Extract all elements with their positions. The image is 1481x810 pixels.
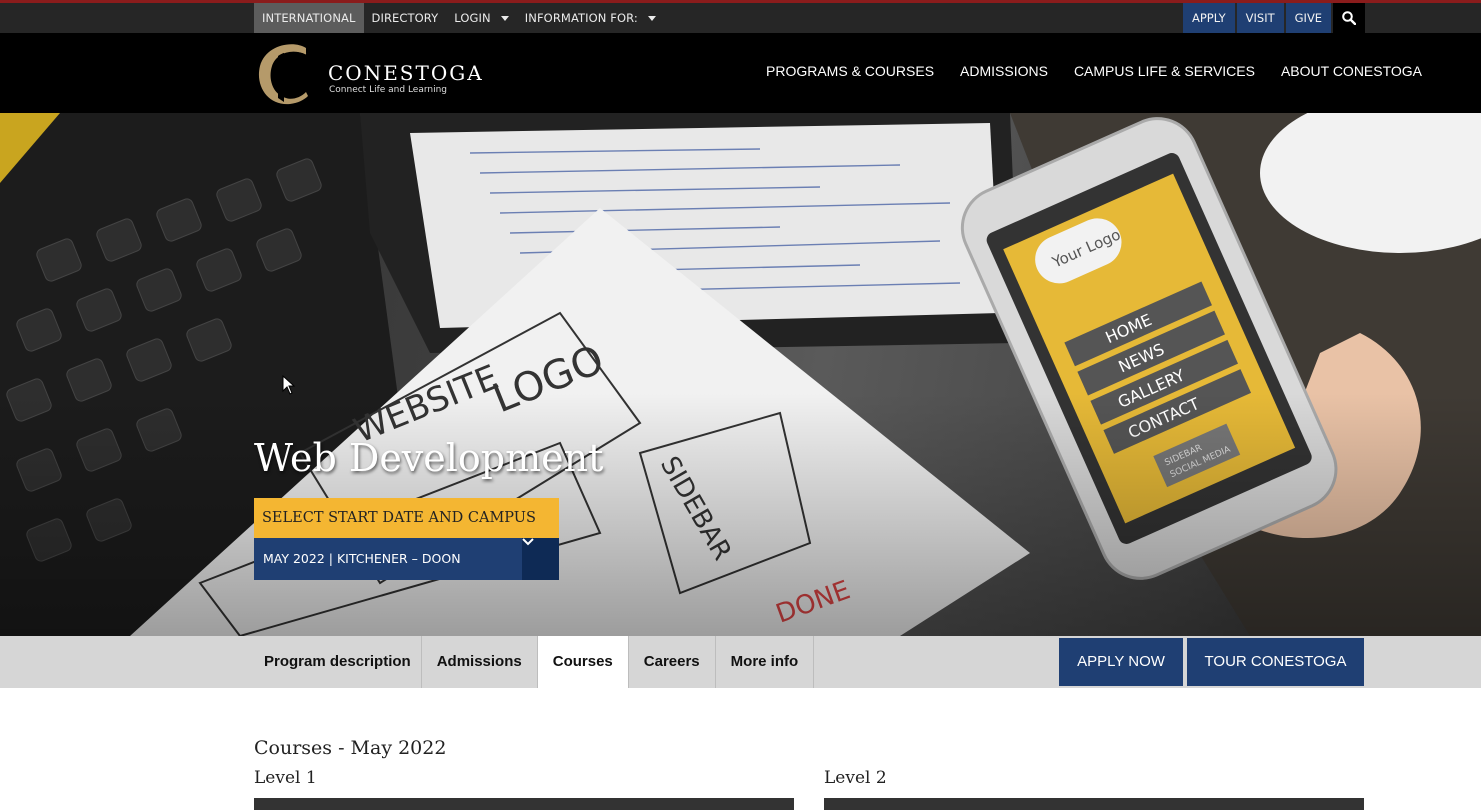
site-header: CONESTOGA Connect Life and Learning PROG… (0, 33, 1481, 113)
program-title: Web Development (254, 436, 604, 480)
tab-admissions[interactable]: Admissions (422, 636, 538, 688)
apply-button[interactable]: APPLY (1183, 3, 1235, 33)
program-tabs-bar: Program description Admissions Courses C… (0, 636, 1481, 688)
level-1-table-header (254, 798, 794, 810)
utility-bar: INTERNATIONAL DIRECTORY LOGIN INFORMATIO… (0, 0, 1481, 33)
apply-now-button[interactable]: APPLY NOW (1059, 638, 1183, 686)
start-date-campus-select[interactable]: MAY 2022 | KITCHENER – DOON (254, 538, 559, 580)
search-button[interactable] (1333, 3, 1366, 33)
selected-start-date: MAY 2022 | KITCHENER – DOON (263, 551, 461, 566)
tab-program-description[interactable]: Program description (254, 636, 422, 688)
main-nav: PROGRAMS & COURSES ADMISSIONS CAMPUS LIF… (766, 63, 1422, 79)
directory-link[interactable]: DIRECTORY (364, 3, 447, 33)
level-1-heading: Level 1 (254, 768, 317, 788)
give-button[interactable]: GIVE (1285, 3, 1332, 33)
caret-down-icon (500, 15, 509, 21)
nav-campus-life[interactable]: CAMPUS LIFE & SERVICES (1074, 63, 1255, 79)
program-tabs: Program description Admissions Courses C… (254, 636, 815, 688)
select-toggle[interactable] (522, 538, 559, 580)
tab-more-info[interactable]: More info (716, 636, 815, 688)
utility-links: INTERNATIONAL DIRECTORY LOGIN INFORMATIO… (254, 3, 664, 33)
login-label: LOGIN (454, 11, 491, 25)
international-link[interactable]: INTERNATIONAL (254, 3, 364, 33)
directory-label: DIRECTORY (371, 11, 439, 25)
nav-programs-courses[interactable]: PROGRAMS & COURSES (766, 63, 934, 79)
nav-admissions[interactable]: ADMISSIONS (960, 63, 1048, 79)
courses-heading: Courses - May 2022 (254, 737, 447, 759)
visit-button[interactable]: VISIT (1236, 3, 1284, 33)
information-for-label: INFORMATION FOR: (524, 11, 638, 25)
brand-name: CONESTOGA (328, 61, 484, 85)
hero-image: WEBSITE LOGO SIDEBAR DONE Your Logo HOME… (0, 113, 1481, 636)
login-dropdown[interactable]: LOGIN (446, 3, 516, 33)
level-2-table-header (824, 798, 1364, 810)
tab-courses[interactable]: Courses (537, 636, 629, 688)
international-label: INTERNATIONAL (262, 11, 356, 25)
brand-tagline: Connect Life and Learning (329, 85, 448, 95)
tab-careers[interactable]: Careers (629, 636, 716, 688)
search-icon (1342, 11, 1357, 25)
hero-banner: WEBSITE LOGO SIDEBAR DONE Your Logo HOME… (0, 113, 1481, 636)
conestoga-logo[interactable] (254, 42, 314, 106)
mouse-cursor-icon (282, 375, 296, 395)
tour-conestoga-button[interactable]: TOUR CONESTOGA (1187, 638, 1364, 686)
start-date-label: SELECT START DATE AND CAMPUS (254, 498, 559, 538)
level-2-heading: Level 2 (824, 768, 887, 788)
utility-actions: APPLY VISIT GIVE (1183, 3, 1366, 33)
chevron-down-icon (522, 538, 534, 546)
nav-about[interactable]: ABOUT CONESTOGA (1281, 63, 1422, 79)
caret-down-icon (647, 15, 656, 21)
information-for-dropdown[interactable]: INFORMATION FOR: (517, 3, 664, 33)
